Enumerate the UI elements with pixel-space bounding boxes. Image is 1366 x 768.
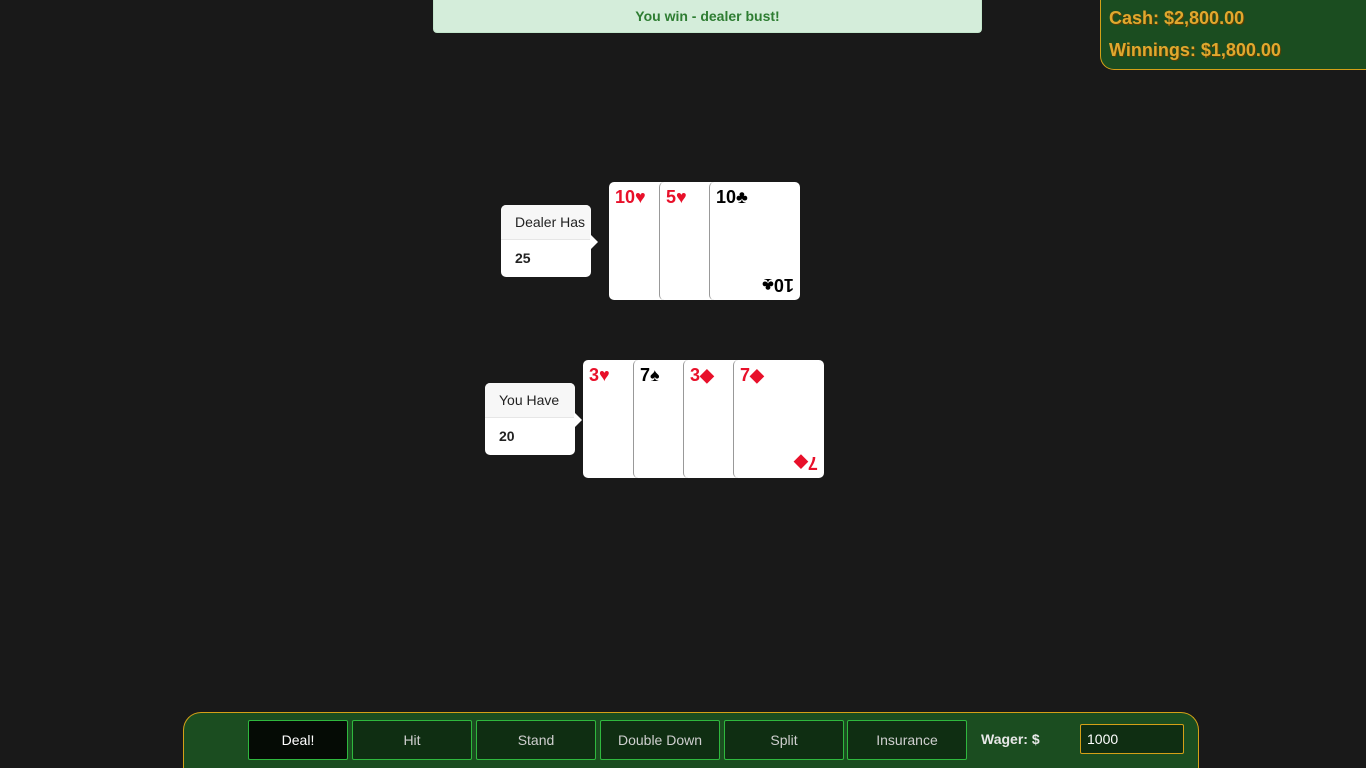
player-total-value: 20: [499, 428, 515, 444]
player-card: 7◆ 7◆: [733, 360, 824, 478]
player-hand: 3♥ 7♠ 3◆ 7◆ 7◆: [583, 360, 824, 478]
card-rank-suit-bottom: 10♣: [762, 275, 794, 295]
winnings-amount: Winnings: $1,800.00: [1109, 40, 1281, 60]
cash-amount: Cash: $2,800.00: [1109, 8, 1245, 28]
dealer-card: 10♣ 10♣: [709, 182, 800, 300]
card-rank-suit: 3♥: [589, 365, 610, 385]
status-alert: You win - dealer bust!: [433, 0, 982, 33]
dealer-total-value: 25: [515, 250, 531, 266]
dealer-total-label: Dealer Has: [501, 205, 591, 240]
deal-button[interactable]: Deal!: [248, 720, 348, 760]
split-button[interactable]: Split: [724, 720, 844, 760]
card-rank-suit: 7◆: [740, 365, 764, 385]
card-rank-suit: 5♥: [666, 187, 687, 207]
bankroll-panel: Cash: $2,800.00 Winnings: $1,800.00: [1100, 0, 1366, 70]
wager-input[interactable]: [1080, 724, 1184, 754]
dealer-total-popover: Dealer Has 25: [501, 205, 598, 277]
player-total-popover: You Have 20: [485, 383, 582, 455]
double-down-button[interactable]: Double Down: [600, 720, 720, 760]
control-bar: Deal! Hit Stand Double Down Split Insura…: [183, 712, 1199, 768]
dealer-hand: 10♥ 5♥ 10♣ 10♣: [609, 182, 800, 300]
stand-button[interactable]: Stand: [476, 720, 596, 760]
player-total-label: You Have: [485, 383, 575, 418]
hit-button[interactable]: Hit: [352, 720, 472, 760]
insurance-button[interactable]: Insurance: [847, 720, 967, 760]
wager-label: Wager: $: [981, 731, 1040, 747]
card-rank-suit: 10♥: [615, 187, 646, 207]
card-rank-suit: 7♠: [640, 365, 660, 385]
card-rank-suit-bottom: 7◆: [794, 453, 818, 473]
card-rank-suit: 3◆: [690, 365, 714, 385]
card-rank-suit: 10♣: [716, 187, 748, 207]
